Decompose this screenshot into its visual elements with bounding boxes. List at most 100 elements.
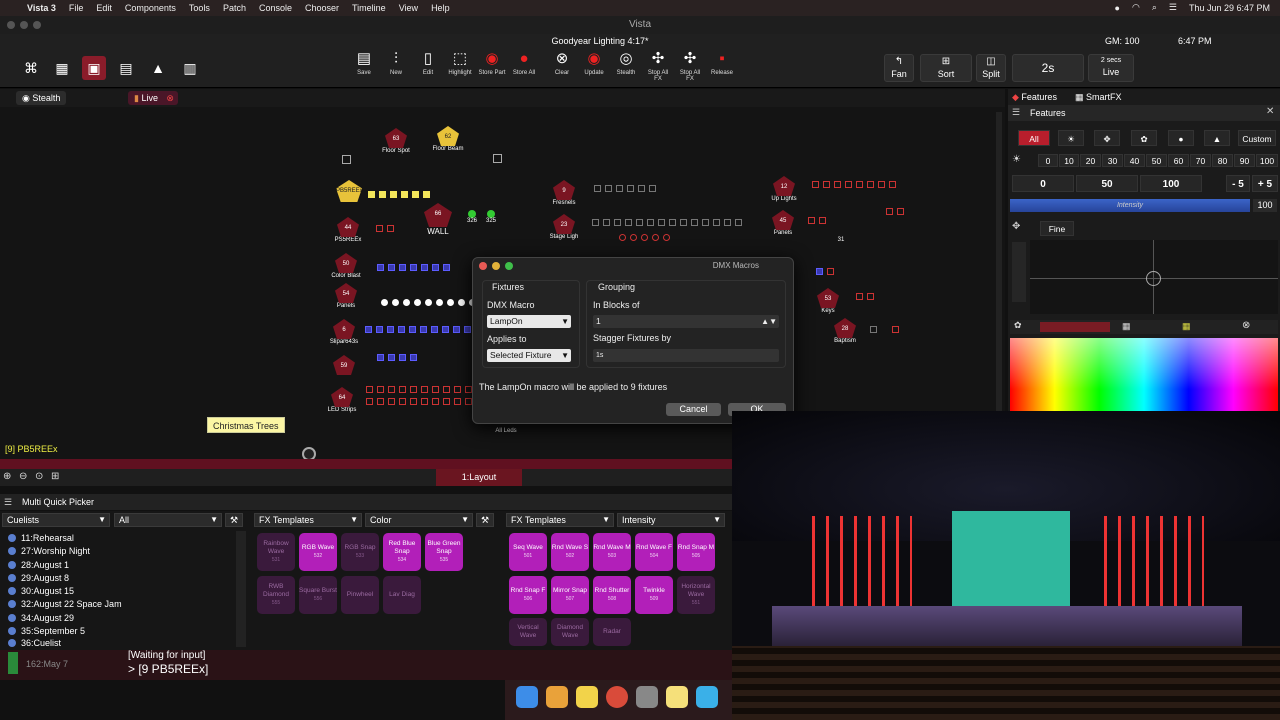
crosshair-icon[interactable]: [1146, 271, 1161, 286]
cuelist-item[interactable]: 35:September 5: [8, 626, 85, 636]
cuelist-item[interactable]: 27:Worship Night: [8, 546, 90, 556]
filter-custom[interactable]: Custom: [1238, 130, 1276, 146]
cuelists-dropdown[interactable]: Cuelists ▼: [2, 513, 110, 527]
route-tool-icon[interactable]: ⌘: [19, 56, 43, 80]
fixture-row-red-3[interactable]: [366, 398, 472, 405]
menu-console[interactable]: Console: [259, 3, 292, 13]
level-80[interactable]: 80: [1212, 154, 1233, 167]
menu-patch[interactable]: Patch: [223, 3, 246, 13]
fixture-keys[interactable]: 53 Keys: [816, 288, 840, 314]
tilt-slider[interactable]: [1012, 242, 1026, 302]
stop-all-fx-button-2[interactable]: ✣ Stop All FX: [676, 48, 704, 84]
fixture-ps5reex[interactable]: 44 PS5REEx: [333, 217, 363, 243]
fx-rnd-snap-m[interactable]: Rnd Snap M 505: [677, 533, 715, 571]
fixture-row-red-4[interactable]: [812, 181, 896, 188]
stop-all-fx-button[interactable]: ✣ Stop All FX: [644, 48, 672, 84]
intensity-filter-icon[interactable]: ☀: [1058, 130, 1084, 146]
zoom-fit-icon[interactable]: ⊙: [35, 471, 43, 482]
fixture-panels-2[interactable]: 45 Panels: [770, 210, 796, 236]
fixture-row-mixed-2[interactable]: [870, 326, 899, 333]
split-button[interactable]: ◫ Split: [976, 54, 1006, 82]
cuelist-item[interactable]: 32:August 22 Space Jam: [8, 599, 122, 609]
release-button[interactable]: ▪ Release: [708, 48, 736, 84]
menu-tools[interactable]: Tools: [189, 3, 210, 13]
close-window-icon[interactable]: [7, 21, 15, 29]
level-70[interactable]: 70: [1190, 154, 1211, 167]
intensity-dropdown[interactable]: Intensity ▼: [617, 513, 725, 527]
fx-blue-green-snap[interactable]: Blue Green Snap 535: [425, 533, 463, 571]
layout-tool-icon[interactable]: ▣: [82, 56, 106, 80]
fixture-row-red[interactable]: [376, 225, 394, 232]
beam-filter-icon[interactable]: ●: [1168, 130, 1194, 146]
in-blocks-stepper[interactable]: 1 ▲▼: [593, 315, 779, 328]
fixture-row-gray[interactable]: [594, 185, 656, 192]
fixture-up-lights[interactable]: 12 Up Lights: [766, 176, 802, 202]
christmas-trees-label[interactable]: Christmas Trees: [207, 417, 285, 433]
level-10[interactable]: 10: [1059, 154, 1079, 167]
cuelist-item[interactable]: 30:August 15: [8, 586, 74, 596]
menu-timeline[interactable]: Timeline: [352, 3, 386, 13]
launchpad-icon[interactable]: [546, 686, 568, 708]
safari-icon[interactable]: [696, 686, 718, 708]
fixture-325[interactable]: 325: [483, 210, 499, 224]
edit-button[interactable]: ▯ Edit: [414, 48, 442, 84]
notes-icon[interactable]: [666, 686, 688, 708]
level-100[interactable]: 100: [1256, 154, 1278, 167]
fx-rwb-diamond[interactable]: RWB Diamond 555: [257, 576, 295, 614]
position-filter-icon[interactable]: ✥: [1094, 130, 1120, 146]
fixture-row-red-5[interactable]: [808, 217, 826, 224]
big-level-50[interactable]: 50: [1076, 175, 1138, 192]
filter-all[interactable]: All: [1018, 130, 1050, 146]
fx-diamond-wave[interactable]: Diamond Wave: [551, 618, 589, 646]
tab-features[interactable]: ◆ Features: [1012, 90, 1057, 104]
stagger-input[interactable]: 1s: [593, 349, 779, 362]
live-dropdown[interactable]: 2 secs Live: [1088, 54, 1134, 82]
fixture-wall[interactable]: 66 WALL: [422, 203, 454, 236]
level-30[interactable]: 30: [1102, 154, 1123, 167]
fx-rnd-wave-f[interactable]: Rnd Wave F 504: [635, 533, 673, 571]
gel-icon[interactable]: ▦: [1182, 321, 1191, 332]
cuelist-item[interactable]: 36:Cuelist: [8, 639, 61, 647]
menu-edit[interactable]: Edit: [96, 3, 112, 13]
fixture-baptism[interactable]: 28 Baptism: [830, 318, 860, 344]
fixture-fresnels[interactable]: 9 Fresnels: [548, 180, 580, 206]
dmx-macro-select[interactable]: LampOn ▼: [487, 315, 571, 328]
fade-time-display[interactable]: 2s: [1012, 54, 1084, 82]
minus-5-button[interactable]: - 5: [1226, 175, 1250, 192]
fx-radar[interactable]: Radar: [593, 618, 631, 646]
clear-button[interactable]: ⊗ Clear: [548, 48, 576, 84]
panel-tool-icon[interactable]: ▥: [178, 56, 202, 80]
color-swatch[interactable]: [1040, 322, 1110, 332]
level-50[interactable]: 50: [1146, 154, 1167, 167]
level-0[interactable]: 0: [1038, 154, 1058, 167]
fx-rgb-wave[interactable]: RGB Wave 532: [299, 533, 337, 571]
fixture-marker[interactable]: [342, 155, 351, 164]
command-input[interactable]: > [9 PB5REEx]: [128, 662, 208, 676]
fx-rnd-wave-m[interactable]: Rnd Wave M 503: [593, 533, 631, 571]
live-toggle[interactable]: ▮ Live ⊗: [128, 91, 178, 105]
fixture-panels[interactable]: 54 Panels: [333, 283, 359, 309]
save-button[interactable]: ▤ Save: [350, 48, 378, 84]
intensity-value[interactable]: 100: [1253, 199, 1277, 212]
menubar-datetime[interactable]: Thu Jun 29 6:47 PM: [1189, 3, 1270, 13]
menu-view[interactable]: View: [399, 3, 418, 13]
fixture-slipar[interactable]: 6 Slipar643s: [327, 319, 361, 345]
menu-file[interactable]: File: [69, 3, 84, 13]
palette-icon[interactable]: ▦: [1122, 321, 1131, 332]
store-part-button[interactable]: ◉ Store Part: [478, 48, 506, 84]
dialog-minimize-icon[interactable]: [492, 262, 500, 270]
fx-rnd-shutter[interactable]: Rnd Shutter 508: [593, 576, 631, 614]
chrome-icon[interactable]: [606, 686, 628, 708]
fixture-326[interactable]: 326: [464, 210, 480, 224]
close-color-icon[interactable]: ⊗: [1242, 320, 1250, 331]
fixture-row-red-2[interactable]: [366, 386, 472, 393]
fx-rnd-snap-f[interactable]: Rnd Snap F 506: [509, 576, 547, 614]
highlight-button[interactable]: ⬚ Highlight: [446, 48, 474, 84]
control-center-icon[interactable]: ☰: [1169, 2, 1177, 13]
search-icon[interactable]: ⌕: [1152, 2, 1157, 13]
zoom-out-icon[interactable]: ⊖: [19, 471, 27, 482]
wrench-icon[interactable]: ⚒: [225, 513, 243, 527]
wrench-icon[interactable]: ⚒: [476, 513, 494, 527]
level-60[interactable]: 60: [1168, 154, 1189, 167]
cancel-button[interactable]: Cancel: [666, 403, 721, 416]
